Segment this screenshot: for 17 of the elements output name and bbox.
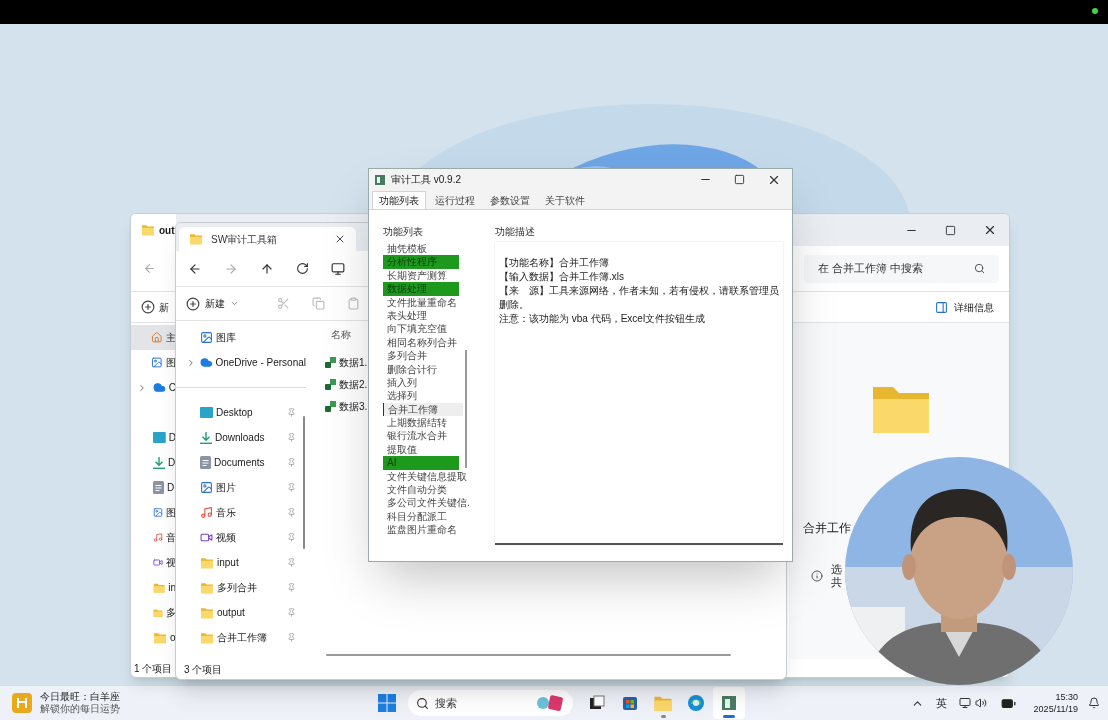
start-button[interactable] (378, 694, 396, 712)
widget-subtitle: 解锁你的每日运势 (40, 703, 120, 715)
search-highlight-icon (535, 694, 565, 712)
browser-icon (687, 694, 705, 712)
clock[interactable]: 15:30 2025/11/19 (1033, 691, 1078, 715)
search-icon (416, 696, 429, 710)
audit-app-button[interactable] (713, 687, 745, 719)
notification-icon[interactable] (1088, 697, 1100, 709)
folder-icon (653, 694, 673, 712)
store-icon (621, 694, 639, 712)
recording-dot-icon (1092, 8, 1098, 14)
input-method-indicator[interactable]: 英 (935, 694, 947, 712)
volume-icon[interactable] (974, 697, 987, 709)
widget-title: 今日最旺：白羊座 (40, 691, 120, 703)
app-icon (720, 694, 738, 712)
network-icon[interactable] (958, 697, 971, 709)
search-field[interactable]: 搜索 (408, 690, 573, 716)
